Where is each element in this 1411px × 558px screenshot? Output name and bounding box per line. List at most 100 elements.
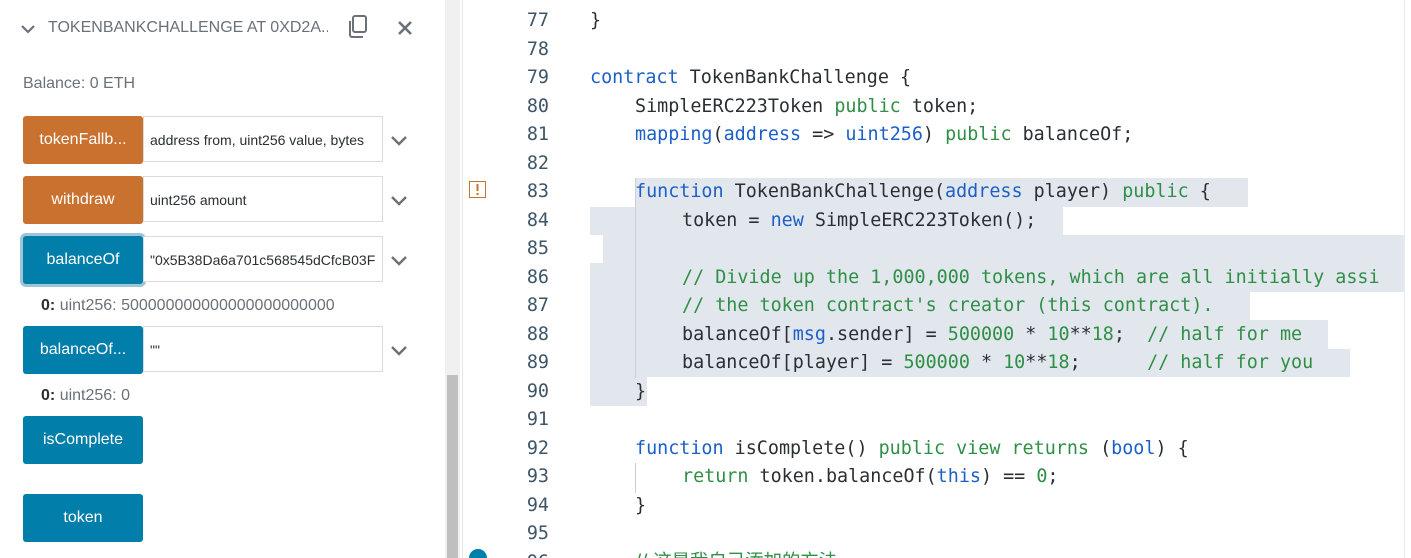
token-text: ; xyxy=(1069,352,1148,373)
iscomplete-button[interactable]: isComplete xyxy=(23,416,143,464)
balanceof-button[interactable]: balanceOf xyxy=(23,236,143,284)
token-keyword: contract xyxy=(590,67,679,88)
token-type: bool xyxy=(1111,438,1156,459)
line-number: 94 xyxy=(526,495,549,516)
code-line-83: function TokenBankChallenge(address play… xyxy=(635,181,1211,202)
withdraw-button[interactable]: withdraw xyxy=(23,176,143,224)
close-icon[interactable] xyxy=(395,18,415,38)
contract-title: TOKENBANKCHALLENGE AT 0XD2A...F( xyxy=(48,19,328,36)
withdraw-amount-input[interactable]: uint256 amount xyxy=(143,176,383,222)
copy-icon[interactable] xyxy=(347,15,369,39)
function-row-withdraw: withdraw uint256 amount xyxy=(23,176,421,224)
token-modifier: public xyxy=(1122,181,1189,202)
line-number: 79 xyxy=(526,67,549,88)
code-line-92: function isComplete() public view return… xyxy=(635,438,1189,459)
line-number: 84 xyxy=(526,210,549,231)
function-row-token: token xyxy=(23,494,421,542)
line-number: 80 xyxy=(526,96,549,117)
balanceof-2-result: 0: uint256: 0 xyxy=(41,387,130,405)
token-type: address xyxy=(723,124,802,145)
function-row-tokenfallback: tokenFallb... address from, uint256 valu… xyxy=(23,116,421,164)
chevron-down-icon[interactable] xyxy=(391,193,407,207)
code-line-93: return token.balanceOf(this) == 0; xyxy=(682,466,1059,487)
tokenfallback-button[interactable]: tokenFallb... xyxy=(23,116,143,164)
chevron-down-icon[interactable] xyxy=(20,21,36,37)
code-line-81: mapping(address => uint256) public balan… xyxy=(635,124,1133,145)
indent-guide xyxy=(635,178,636,378)
chevron-down-icon[interactable] xyxy=(391,343,407,357)
line-number: 86 xyxy=(526,267,549,288)
code-line-96: // 这是我自己添加的方法 xyxy=(635,547,837,558)
editor-scrollbar[interactable] xyxy=(1404,0,1411,558)
result-key: 0: xyxy=(41,297,56,314)
chevron-down-icon[interactable] xyxy=(391,133,407,147)
token-type: address xyxy=(945,181,1023,202)
contract-header[interactable]: TOKENBANKCHALLENGE AT 0XD2A...F( xyxy=(0,0,421,58)
token-button[interactable]: token xyxy=(23,494,143,542)
token-text: SimpleERC223Token(); xyxy=(803,210,1037,231)
token-keyword: this xyxy=(936,466,981,487)
line-number: 96 xyxy=(503,552,549,558)
line-number: 87 xyxy=(526,295,549,316)
token-text: balanceOf[ xyxy=(682,324,793,345)
token-number: 500000 xyxy=(903,352,970,373)
token-text: TokenBankChallenge( xyxy=(723,181,946,202)
line-number: 85 xyxy=(526,238,549,259)
line-number: 81 xyxy=(526,124,549,145)
code-editor[interactable]: 77 78 79 80 81 82 83 84 85 86 87 88 89 9… xyxy=(463,0,1411,558)
token-type: uint256 xyxy=(845,124,923,145)
token-text: token; xyxy=(900,96,979,117)
result-value: uint256: 500000000000000000000000 xyxy=(59,297,335,314)
line-number: 89 xyxy=(526,352,549,373)
code-line-80: SimpleERC223Token public token; xyxy=(635,96,978,117)
line-number: 78 xyxy=(526,39,549,60)
chevron-down-icon[interactable] xyxy=(391,253,407,267)
breakpoint-icon[interactable] xyxy=(469,549,487,558)
token-number: 10 xyxy=(1047,324,1070,345)
token-text: * xyxy=(1014,324,1048,345)
code-line-88: balanceOf[msg.sender] = 500000 * 10**18;… xyxy=(682,324,1302,345)
balanceof-2-button[interactable]: balanceOf... xyxy=(23,326,143,374)
token-text: SimpleERC223Token xyxy=(635,96,835,117)
token-text: TokenBankChallenge { xyxy=(678,67,912,88)
balanceof-input[interactable]: "0x5B38Da6a701c568545dCfcB03F xyxy=(143,236,383,282)
token-number: 0 xyxy=(1036,466,1048,487)
function-row-balanceof: balanceOf "0x5B38Da6a701c568545dCfcB03F xyxy=(23,236,421,284)
token-text: * xyxy=(969,352,1004,373)
warning-icon[interactable] xyxy=(469,181,486,198)
line-number: 82 xyxy=(526,153,549,174)
line-number: 88 xyxy=(526,324,549,345)
deployed-contract-panel: TOKENBANKCHALLENGE AT 0XD2A...F( Balance… xyxy=(0,0,421,558)
balanceof-result: 0: uint256: 500000000000000000000000 xyxy=(41,297,335,315)
line-number: 93 xyxy=(526,466,549,487)
token-keyword: function xyxy=(635,181,724,202)
code-line-86: // Divide up the 1,000,000 tokens, which… xyxy=(682,267,1380,288)
token-text: ** xyxy=(1025,352,1048,373)
token-comment: // half for you xyxy=(1147,352,1314,373)
selection-highlight xyxy=(603,235,1411,263)
code-line-94: } xyxy=(635,495,647,516)
token-text: => xyxy=(801,124,846,145)
line-number: 91 xyxy=(526,409,549,430)
token-text: ) xyxy=(922,124,946,145)
token-text: ( xyxy=(1089,438,1112,459)
function-row-iscomplete: isComplete xyxy=(23,416,421,464)
token-comment: // half for me xyxy=(1147,324,1303,345)
code-line-87: // the token contract's creator (this co… xyxy=(682,295,1214,316)
balanceof-2-input[interactable]: "" xyxy=(143,326,383,372)
token-text: { xyxy=(1188,181,1211,202)
function-row-balanceof-2: balanceOf... "" xyxy=(23,326,421,374)
tokenfallback-input[interactable]: address from, uint256 value, bytes xyxy=(143,116,383,162)
token-keyword: mapping xyxy=(635,124,713,145)
token-text: isComplete() xyxy=(723,438,879,459)
line-number: 95 xyxy=(526,523,549,544)
code-line-90: } xyxy=(635,381,647,402)
code-line-77: } xyxy=(590,10,602,31)
panel-scrollbar-thumb[interactable] xyxy=(447,375,458,558)
token-text: player) xyxy=(1022,181,1123,202)
token-number: 10 xyxy=(1003,352,1026,373)
result-key: 0: xyxy=(41,387,56,404)
token-keyword: msg xyxy=(792,324,826,345)
token-text: ; xyxy=(1047,466,1059,487)
